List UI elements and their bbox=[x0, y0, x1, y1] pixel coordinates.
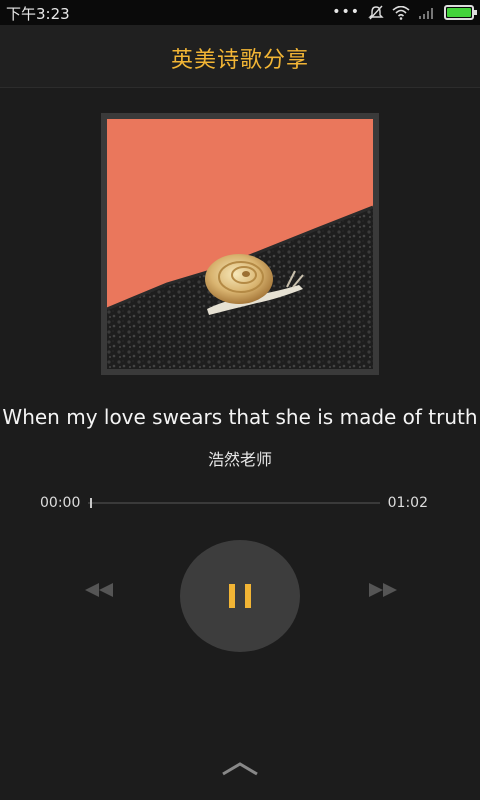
track-title: When my love swears that she is made of … bbox=[2, 405, 478, 429]
signal-icon bbox=[419, 7, 433, 19]
status-time: 下午3:23 bbox=[6, 5, 70, 23]
total-duration: 01:02 bbox=[387, 495, 428, 511]
progress-thumb[interactable] bbox=[90, 498, 92, 508]
expand-button[interactable] bbox=[218, 755, 262, 781]
chevron-up-icon bbox=[222, 762, 258, 776]
play-pause-button[interactable] bbox=[180, 540, 300, 652]
next-button[interactable] bbox=[362, 575, 402, 605]
more-dots-icon: ••• bbox=[332, 4, 360, 20]
track-artist: 浩然老师 bbox=[207, 450, 272, 469]
snail-illustration bbox=[107, 119, 373, 369]
pause-icon bbox=[229, 584, 235, 608]
previous-button[interactable] bbox=[80, 575, 120, 605]
battery-icon bbox=[444, 5, 477, 20]
elapsed-time: 00:00 bbox=[40, 495, 81, 511]
status-bar: 下午3:23 ••• bbox=[0, 0, 480, 25]
rewind-icon bbox=[85, 583, 113, 597]
mute-icon bbox=[368, 5, 384, 19]
pause-icon-bar bbox=[245, 584, 251, 608]
page-title: 英美诗歌分享 bbox=[170, 48, 309, 73]
progress-slider[interactable] bbox=[88, 498, 380, 508]
app-header: 英美诗歌分享 bbox=[0, 25, 480, 88]
fast-forward-icon bbox=[369, 583, 397, 597]
album-cover bbox=[101, 113, 379, 375]
status-icons: ••• bbox=[332, 3, 477, 22]
wifi-icon bbox=[392, 5, 410, 20]
cover-image bbox=[107, 119, 373, 369]
